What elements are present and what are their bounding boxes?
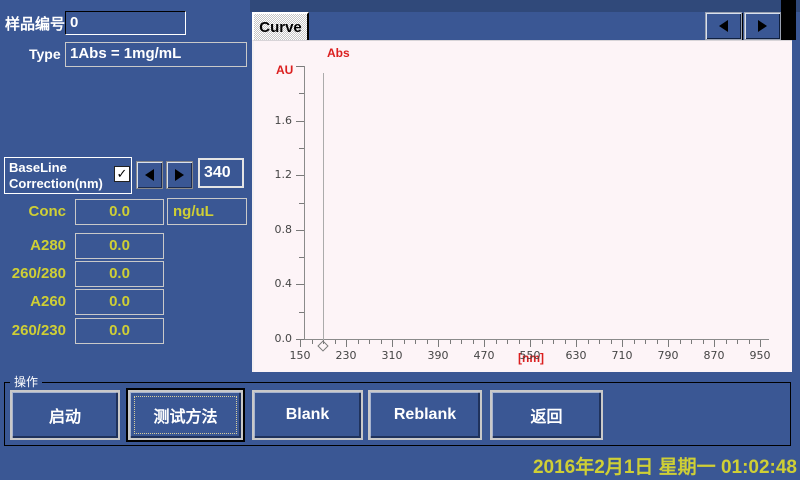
ratio-260-230-label: 260/230 (2, 322, 66, 339)
datetime-display: 2016年2月1日 星期一 01:02:48 (533, 452, 797, 479)
x-axis-line (300, 339, 769, 340)
tabstrip-corner (781, 0, 796, 40)
y-axis-unit-label: AU (276, 63, 293, 77)
wavelength-cursor-line[interactable] (323, 73, 324, 344)
ratio-260-280-value-field: 0.0 (75, 261, 164, 287)
baseline-label-line1: BaseLine (9, 160, 127, 176)
actions-group-label: 操作 (10, 376, 42, 388)
baseline-label-line2: Correction(nm) (9, 176, 127, 192)
type-label: Type (29, 46, 61, 62)
baseline-decrease-button[interactable] (136, 161, 163, 189)
ratio-260-280-label: 260/280 (2, 265, 66, 282)
tab-scroll-right-button[interactable] (744, 12, 781, 40)
conc-unit-field: ng/uL (167, 198, 247, 225)
baseline-checkbox[interactable]: ✓ (114, 166, 130, 182)
a260-label: A260 (2, 293, 66, 310)
tabstrip-top-shade (250, 0, 800, 12)
conc-label: Conc (2, 203, 66, 220)
ratio-260-230-value-field: 0.0 (75, 318, 164, 344)
tab-scroll-left-button[interactable] (705, 12, 742, 40)
right-arrow-icon (758, 20, 767, 32)
return-button[interactable]: 返回 (490, 390, 603, 440)
left-arrow-icon (145, 169, 154, 181)
blank-button[interactable]: Blank (252, 390, 363, 440)
sample-number-input[interactable]: 0 (65, 11, 186, 35)
start-button[interactable]: 启动 (10, 390, 120, 440)
sample-number-label: 样品编号 (5, 13, 65, 34)
y-axis-line (304, 66, 305, 340)
tab-curve[interactable]: Curve (252, 12, 309, 40)
baseline-correction-box: BaseLine Correction(nm) (4, 157, 132, 194)
a280-value-field: 0.0 (75, 233, 164, 259)
baseline-wavelength-field[interactable]: 340 (198, 158, 244, 188)
chart-series-label: Abs (327, 46, 350, 60)
test-method-button[interactable]: 测试方法 (128, 390, 243, 440)
type-field[interactable]: 1Abs = 1mg/mL (65, 42, 247, 67)
a260-value-field: 0.0 (75, 289, 164, 315)
reblank-button[interactable]: Reblank (368, 390, 482, 440)
test-method-button-label: 测试方法 (153, 403, 217, 427)
right-arrow-icon (175, 169, 184, 181)
conc-value-field: 0.0 (75, 199, 164, 225)
a280-label: A280 (2, 237, 66, 254)
left-arrow-icon (719, 20, 728, 32)
spectrum-chart-area[interactable]: Abs AU [nm] 1502303103904705506307107908… (252, 40, 792, 372)
baseline-increase-button[interactable] (166, 161, 193, 189)
